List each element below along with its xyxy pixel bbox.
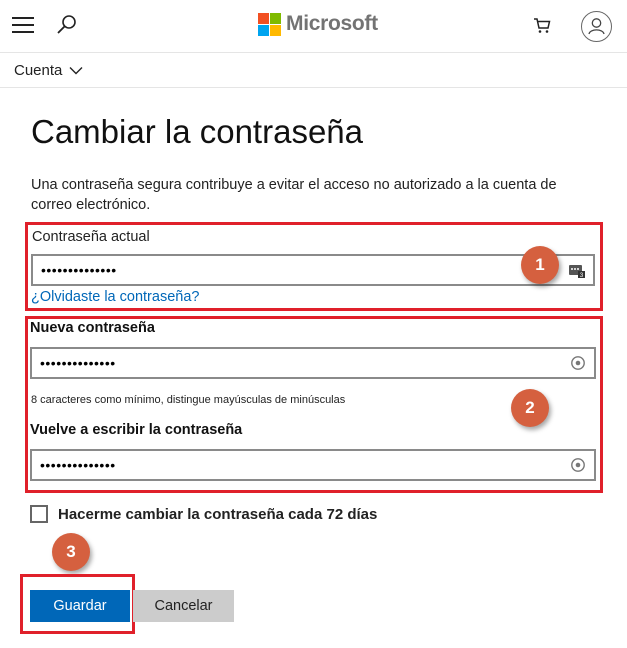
- user-account-icon[interactable]: [581, 11, 612, 42]
- new-password-label: Nueva contraseña: [30, 320, 155, 336]
- password-requirements-hint: 8 caracteres como mínimo, distingue mayú…: [31, 394, 346, 406]
- current-password-label: Contraseña actual: [32, 229, 150, 245]
- confirm-password-label: Vuelve a escribir la contraseña: [30, 422, 243, 438]
- step-badge-1: 1: [521, 246, 559, 284]
- step-badge-3: 3: [52, 533, 90, 571]
- current-password-value: ••••••••••••••: [41, 262, 117, 278]
- page-description: Una contraseña segura contribuye a evita…: [31, 177, 557, 213]
- account-menu-label: Cuenta: [14, 62, 63, 79]
- password-reveal-icon[interactable]: [570, 355, 586, 371]
- hamburger-menu-icon[interactable]: [12, 17, 34, 33]
- top-header: Microsoft: [0, 0, 627, 53]
- password-manager-icon[interactable]: 3: [569, 262, 585, 279]
- search-icon[interactable]: [56, 14, 78, 36]
- new-password-value: ••••••••••••••: [40, 355, 116, 371]
- step-badge-2: 2: [511, 389, 549, 427]
- shopping-cart-icon[interactable]: [532, 15, 552, 35]
- microsoft-logo-icon: [258, 12, 281, 36]
- page-title: Cambiar la contraseña: [31, 113, 363, 150]
- account-subnav: Cuenta: [0, 53, 627, 88]
- confirm-password-input[interactable]: ••••••••••••••: [30, 449, 596, 481]
- chevron-down-icon: [69, 67, 83, 75]
- save-button[interactable]: Guardar: [30, 590, 130, 622]
- current-password-input[interactable]: •••••••••••••• 3: [31, 254, 595, 286]
- force-change-checkbox[interactable]: [30, 505, 48, 523]
- account-menu-dropdown[interactable]: Cuenta: [14, 62, 83, 79]
- password-reveal-icon[interactable]: [570, 457, 586, 473]
- force-change-label[interactable]: Hacerme cambiar la contraseña cada 72 dí…: [58, 506, 377, 523]
- new-password-input[interactable]: ••••••••••••••: [30, 347, 596, 379]
- forgot-password-link[interactable]: ¿Olvidaste la contraseña?: [31, 289, 199, 305]
- logo-text: Microsoft: [286, 12, 378, 35]
- confirm-password-value: ••••••••••••••: [40, 457, 116, 473]
- microsoft-logo[interactable]: Microsoft: [258, 11, 378, 37]
- cancel-button[interactable]: Cancelar: [133, 590, 234, 622]
